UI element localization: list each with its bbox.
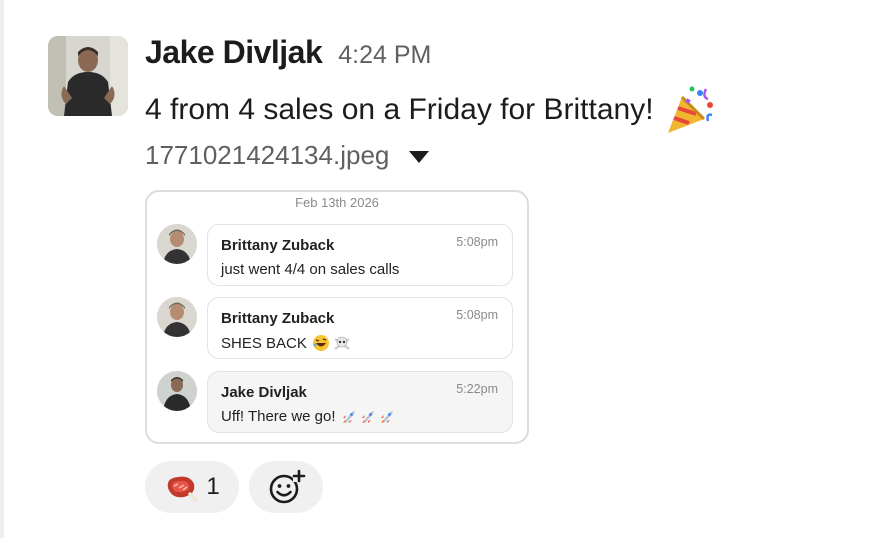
message-timestamp[interactable]: 4:24 PM — [338, 41, 431, 70]
reaction-count: 1 — [206, 473, 220, 500]
message-text: 4 from 4 sales on a Friday for Brittany! — [145, 93, 654, 126]
preview-sender-name: Jake Divljak — [221, 384, 307, 401]
preview-message-content: SHES BACK — [221, 334, 307, 352]
reactions-bar: 1 — [145, 461, 323, 513]
preview-timestamp: 5:08pm — [456, 235, 498, 249]
avatar — [157, 297, 197, 337]
add-reaction-icon — [269, 469, 306, 504]
attachment-filename[interactable]: 1771021424134.jpeg — [145, 140, 389, 171]
steak-meat-icon — [168, 476, 199, 502]
sender-name[interactable]: Jake Divljak — [145, 34, 323, 71]
reaction-pill[interactable]: 1 — [145, 461, 239, 513]
attachment-image-preview[interactable]: Feb 13th 2026 Brittany Zuback 5:08pm jus… — [145, 190, 529, 444]
preview-message-text: just went 4/4 on sales calls — [221, 261, 399, 278]
preview-message-content: Uff! There we go! — [221, 408, 336, 425]
preview-sender-name: Brittany Zuback — [221, 310, 335, 327]
rocket-icon — [342, 410, 355, 423]
preview-chat-bubble: Brittany Zuback 5:08pm SHES BACK — [207, 297, 513, 359]
preview-chat-bubble: Brittany Zuback 5:08pm just went 4/4 on … — [207, 224, 513, 286]
sender-avatar[interactable] — [48, 36, 128, 116]
preview-chat-bubble: Jake Divljak 5:22pm Uff! There we go! — [207, 371, 513, 433]
rocket-icon — [361, 410, 374, 423]
avatar — [157, 224, 197, 264]
party-popper-icon — [667, 86, 713, 133]
preview-date-header: Feb 13th 2026 — [295, 195, 379, 210]
attachment-file-row[interactable]: 1771021424134.jpeg — [145, 140, 430, 171]
rofl-face-icon — [312, 335, 329, 351]
preview-timestamp: 5:22pm — [456, 382, 498, 396]
chevron-down-icon[interactable] — [409, 150, 430, 163]
skull-crossbones-icon — [334, 336, 350, 350]
preview-sender-name: Brittany Zuback — [221, 237, 335, 254]
add-reaction-button[interactable] — [249, 461, 323, 513]
preview-message-text: SHES BACK — [221, 334, 351, 352]
message-body: 4 from 4 sales on a Friday for Brittany! — [145, 83, 716, 137]
preview-timestamp: 5:08pm — [456, 308, 498, 322]
preview-message-content: just went 4/4 on sales calls — [221, 261, 400, 278]
avatar — [157, 371, 197, 411]
rocket-icon — [380, 410, 393, 423]
preview-message-text: Uff! There we go! — [221, 408, 395, 425]
left-rail — [0, 0, 4, 538]
